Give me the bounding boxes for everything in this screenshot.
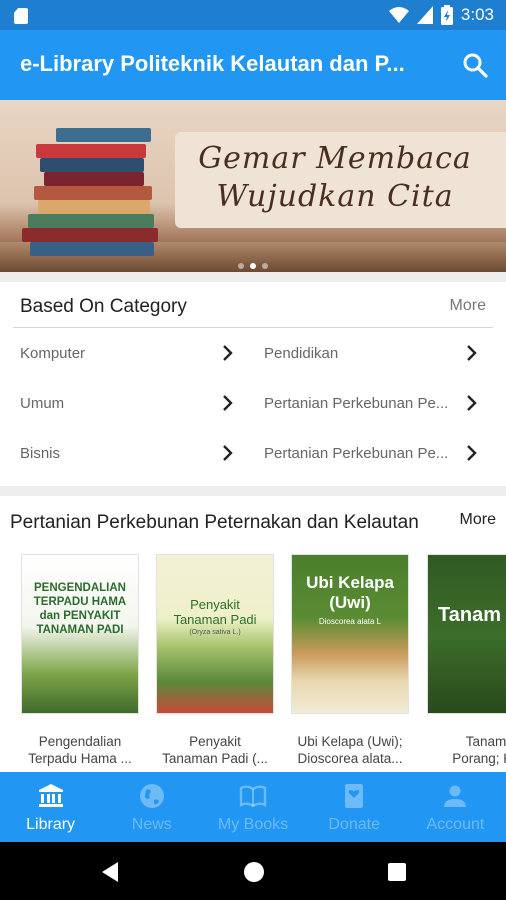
nav-label: Donate bbox=[328, 816, 380, 833]
home-icon[interactable] bbox=[243, 861, 265, 883]
nav-library[interactable]: Library bbox=[0, 772, 101, 842]
book-cover: Penyakit Tanaman Padi (Oryza sativa L.) bbox=[156, 554, 274, 714]
book-caption-line: Porang; Ka bbox=[452, 751, 506, 766]
books-more-button[interactable]: More bbox=[460, 511, 496, 529]
book-cover-title: Tanam Poran bbox=[438, 604, 506, 626]
book-cover: PENGENDALIAN TERPADU HAMA dan PENYAKIT T… bbox=[21, 554, 139, 714]
book-caption-line: Dioscorea alata... bbox=[297, 751, 403, 766]
system-navigation-bar bbox=[0, 842, 506, 900]
books-section-title: Pertanian Perkebunan Peternakan dan Kela… bbox=[10, 512, 419, 533]
sd-card-icon bbox=[14, 8, 28, 24]
open-book-icon bbox=[239, 785, 267, 808]
section-gap bbox=[0, 272, 506, 282]
account-icon bbox=[444, 785, 467, 807]
chevron-right-icon bbox=[467, 395, 477, 411]
search-icon[interactable] bbox=[462, 52, 488, 78]
book-caption-line: Terpadu Hama ... bbox=[28, 751, 132, 766]
category-item-label: Umum bbox=[20, 394, 65, 412]
book-cover-title: PENGENDALIAN TERPADU HAMA dan PENYAKIT T… bbox=[33, 582, 127, 636]
category-item[interactable]: Pendidikan bbox=[264, 328, 480, 378]
category-more-button[interactable]: More bbox=[450, 297, 486, 315]
back-icon[interactable] bbox=[100, 861, 120, 883]
books-section: Pertanian Perkebunan Peternakan dan Kela… bbox=[0, 496, 506, 772]
book-caption: Tanam Porang; Ka bbox=[427, 733, 506, 767]
book-cover-subtitle: Dioscorea alata L bbox=[318, 617, 382, 626]
category-item[interactable]: Komputer bbox=[20, 328, 236, 378]
category-item-label: Pertanian Perkebunan Pe... bbox=[264, 394, 449, 412]
signal-icon bbox=[416, 6, 433, 24]
book-caption: Pengendalian Terpadu Hama ... bbox=[21, 733, 139, 767]
nav-news[interactable]: News bbox=[101, 772, 202, 842]
recents-icon[interactable] bbox=[387, 862, 407, 882]
category-item-label: Pendidikan bbox=[264, 344, 339, 362]
book-caption: Penyakit Tanaman Padi (... bbox=[156, 733, 274, 767]
nav-label: My Books bbox=[217, 816, 289, 833]
book-caption-line: Penyakit bbox=[189, 734, 241, 749]
book-cover-title: Penyakit Tanaman Padi bbox=[173, 597, 257, 627]
status-bar: 3:03 bbox=[0, 0, 506, 30]
chevron-right-icon bbox=[223, 445, 233, 461]
book-caption: Ubi Kelapa (Uwi); Dioscorea alata... bbox=[291, 733, 409, 767]
chevron-right-icon bbox=[467, 345, 477, 361]
clock: 3:03 bbox=[460, 5, 494, 24]
book-caption-line: Tanaman Padi (... bbox=[162, 751, 268, 766]
book-caption-line: Ubi Kelapa (Uwi); bbox=[297, 734, 403, 749]
banner-line-2: Wujudkan Cita bbox=[216, 179, 454, 214]
book-card[interactable]: Tanam Poran Tanam Porang; Ka bbox=[427, 554, 506, 767]
category-item[interactable]: Umum bbox=[20, 378, 236, 428]
book-card[interactable]: Ubi Kelapa (Uwi) Dioscorea alata L Ubi K… bbox=[291, 554, 409, 767]
nav-label: Account bbox=[426, 816, 485, 833]
nav-my-books[interactable]: My Books bbox=[202, 772, 303, 842]
nav-label: News bbox=[131, 816, 172, 833]
category-item[interactable]: Pertanian Perkebunan Pe... bbox=[264, 378, 480, 428]
category-item-label: Komputer bbox=[20, 344, 86, 362]
carousel-dot[interactable] bbox=[238, 263, 244, 269]
book-cover-subtitle: (Oryza sativa L.) bbox=[189, 629, 241, 636]
wifi-icon bbox=[388, 7, 409, 23]
banner-carousel[interactable]: Gemar Membaca Wujudkan Cita bbox=[0, 100, 506, 272]
donate-book-icon bbox=[345, 784, 364, 808]
book-cover-title: Ubi Kelapa (Uwi) bbox=[306, 573, 394, 612]
nav-label: Library bbox=[26, 816, 76, 833]
battery-icon bbox=[440, 5, 453, 25]
book-card[interactable]: PENGENDALIAN TERPADU HAMA dan PENYAKIT T… bbox=[21, 554, 139, 767]
library-icon bbox=[38, 784, 63, 807]
category-section: Based On Category More Komputer Pendidik… bbox=[0, 282, 506, 486]
category-item-label: Pertanian Perkebunan Pe... bbox=[264, 444, 449, 462]
book-cover: Ubi Kelapa (Uwi) Dioscorea alata L bbox=[291, 554, 409, 714]
section-gap bbox=[0, 486, 506, 496]
category-item[interactable]: Bisnis bbox=[20, 428, 236, 478]
chevron-right-icon bbox=[223, 345, 233, 361]
carousel-dot-active[interactable] bbox=[250, 263, 256, 269]
book-caption-line: Tanam bbox=[465, 734, 506, 749]
nav-donate[interactable]: Donate bbox=[304, 772, 405, 842]
category-item[interactable]: Pertanian Perkebunan Pe... bbox=[264, 428, 480, 478]
app-title: e-Library Politeknik Kelautan dan P... bbox=[20, 51, 405, 76]
bottom-navigation: Library News My Books Donate Account bbox=[0, 772, 506, 842]
book-caption-line: Pengendalian bbox=[38, 734, 122, 749]
carousel-dot[interactable] bbox=[262, 263, 268, 269]
book-cover: Tanam Poran bbox=[427, 554, 506, 714]
chevron-right-icon bbox=[223, 395, 233, 411]
chevron-right-icon bbox=[467, 445, 477, 461]
banner-quote: Gemar Membaca Wujudkan Cita bbox=[190, 140, 480, 216]
app-bar: e-Library Politeknik Kelautan dan P... bbox=[0, 30, 506, 100]
globe-icon bbox=[139, 784, 164, 808]
category-header: Based On Category bbox=[20, 296, 187, 317]
banner-line-1: Gemar Membaca bbox=[198, 141, 472, 176]
nav-account[interactable]: Account bbox=[405, 772, 506, 842]
category-item-label: Bisnis bbox=[20, 444, 61, 462]
book-card[interactable]: Penyakit Tanaman Padi (Oryza sativa L.) … bbox=[156, 554, 274, 767]
